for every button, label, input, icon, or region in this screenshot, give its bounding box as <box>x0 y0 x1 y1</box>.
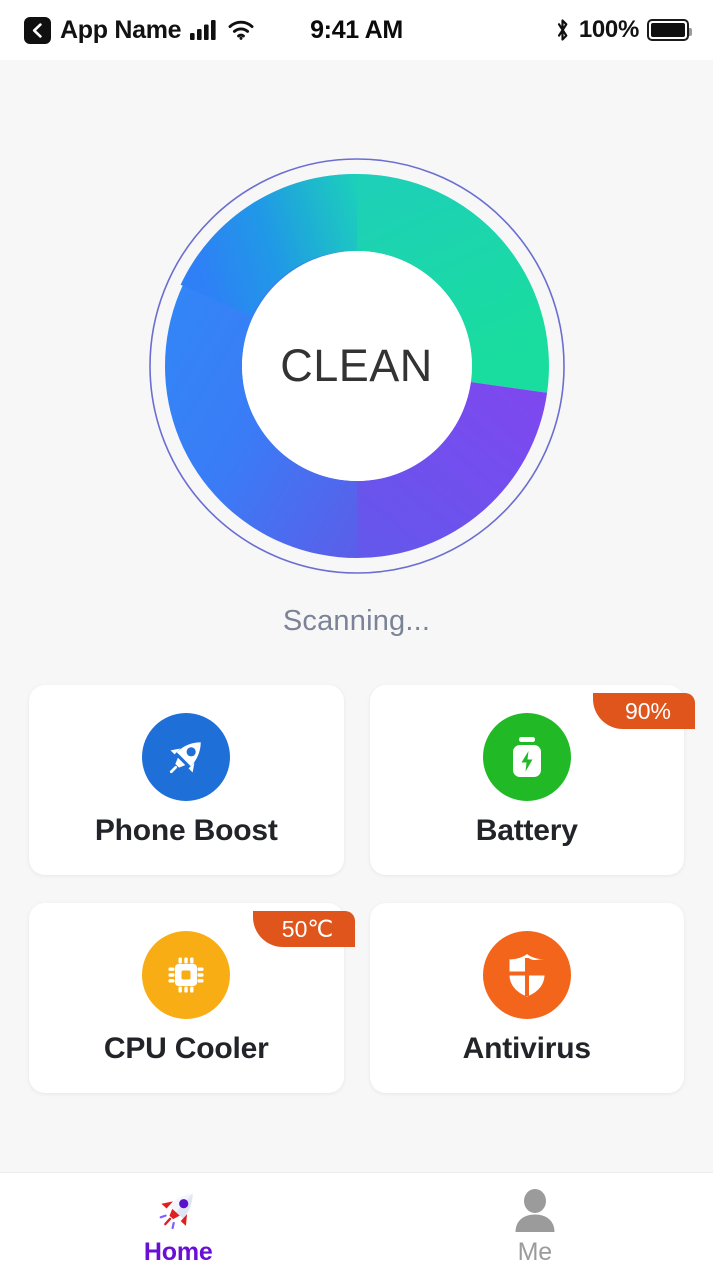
cpu-chip-icon <box>142 931 230 1019</box>
tab-label-me: Me <box>518 1238 552 1267</box>
scanner-section: CLEAN Scanning... <box>0 153 713 638</box>
cpu-badge: 50℃ <box>253 911 355 947</box>
feature-card-battery[interactable]: 90% Battery <box>370 685 685 875</box>
bottom-tab-bar: Home Me <box>0 1172 713 1273</box>
feature-grid: Phone Boost 90% Battery 50℃ <box>29 685 684 1093</box>
status-bar-right: 100% <box>554 16 689 44</box>
feature-label: Battery <box>476 814 578 848</box>
feature-label: Antivirus <box>463 1032 591 1066</box>
battery-bolt-icon <box>483 713 571 801</box>
battery-percent-label: 100% <box>579 16 639 44</box>
feature-card-cpu-cooler[interactable]: 50℃ <box>29 903 344 1093</box>
person-icon <box>510 1186 560 1236</box>
scan-status-label: CLEAN <box>144 153 570 579</box>
scan-donut-chart[interactable]: CLEAN <box>144 153 570 579</box>
feature-label: CPU Cooler <box>104 1032 269 1066</box>
feature-card-antivirus[interactable]: Antivirus <box>370 903 685 1093</box>
tab-me[interactable]: Me <box>357 1173 713 1273</box>
status-bar: App Name 9:41 AM 100% <box>0 0 713 60</box>
scanning-text: Scanning... <box>283 605 430 638</box>
main-content: CLEAN Scanning... <box>0 60 713 1172</box>
feature-label: Phone Boost <box>95 814 278 848</box>
shield-icon <box>483 931 571 1019</box>
battery-badge: 90% <box>593 693 695 729</box>
rocket-color-icon <box>152 1186 204 1236</box>
feature-card-phone-boost[interactable]: Phone Boost <box>29 685 344 875</box>
rocket-icon <box>142 713 230 801</box>
tab-label-home: Home <box>144 1238 213 1267</box>
app-screen: App Name 9:41 AM 100% <box>0 0 713 1273</box>
tab-home[interactable]: Home <box>0 1173 357 1273</box>
bluetooth-icon <box>554 18 571 42</box>
battery-full-icon <box>647 19 689 41</box>
